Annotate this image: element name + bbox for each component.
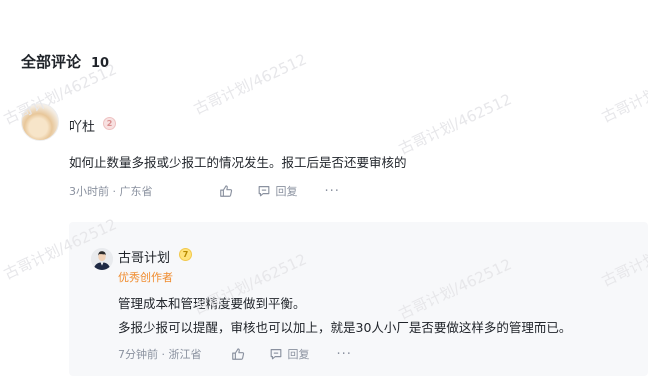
comment-icon xyxy=(258,186,269,197)
watermark: 古哥计划/462512 xyxy=(395,90,515,159)
more-options-icon[interactable]: ··· xyxy=(337,347,352,362)
thumbs-up-icon xyxy=(231,348,244,360)
avatar[interactable] xyxy=(21,103,59,141)
more-options-icon[interactable]: ··· xyxy=(325,184,340,199)
watermark: 古哥计划/462512 xyxy=(598,58,648,127)
user-level-badge: 2 xyxy=(103,117,116,130)
like-button[interactable] xyxy=(219,184,233,198)
user-level-badge: 7 xyxy=(179,248,192,261)
comment-icon xyxy=(270,349,281,360)
reply-meta: 7分钟前 · 浙江省 回复 ··· xyxy=(118,346,352,362)
comment-meta: 3小时前 · 广东省 回复 ··· xyxy=(69,183,340,199)
thumbs-up-icon xyxy=(219,185,232,197)
comment-author[interactable]: 吖杜 xyxy=(69,116,95,135)
comments-title: 全部评论 xyxy=(21,53,82,71)
reply-label: 回复 xyxy=(287,348,310,361)
reply-time-location: 7分钟前 · 浙江省 xyxy=(118,348,202,361)
reply-text-line: 多报少报可以提醒，审核也可以加上，就是30人小厂是否要做这样多的管理而已。 xyxy=(118,320,572,335)
reply-author[interactable]: 古哥计划 xyxy=(118,247,170,266)
avatar[interactable] xyxy=(91,248,113,270)
comments-header: 全部评论 10 xyxy=(21,51,109,72)
person-portrait-icon xyxy=(91,248,113,270)
comments-count: 10 xyxy=(91,56,110,71)
reply-label: 回复 xyxy=(275,185,298,198)
reply-button[interactable]: 回复 xyxy=(269,346,310,362)
reply-text-line: 管理成本和管理精度要做到平衡。 xyxy=(118,296,306,311)
reply-button[interactable]: 回复 xyxy=(257,183,298,199)
watermark: 古哥计划/462512 xyxy=(190,50,310,119)
like-button[interactable] xyxy=(231,347,245,361)
creator-tag: 优秀创作者 xyxy=(118,271,173,284)
comment-text: 如何止数量多报或少报工的情况发生。报工后是否还要审核的 xyxy=(69,155,407,170)
comment-time-location: 3小时前 · 广东省 xyxy=(69,185,153,198)
